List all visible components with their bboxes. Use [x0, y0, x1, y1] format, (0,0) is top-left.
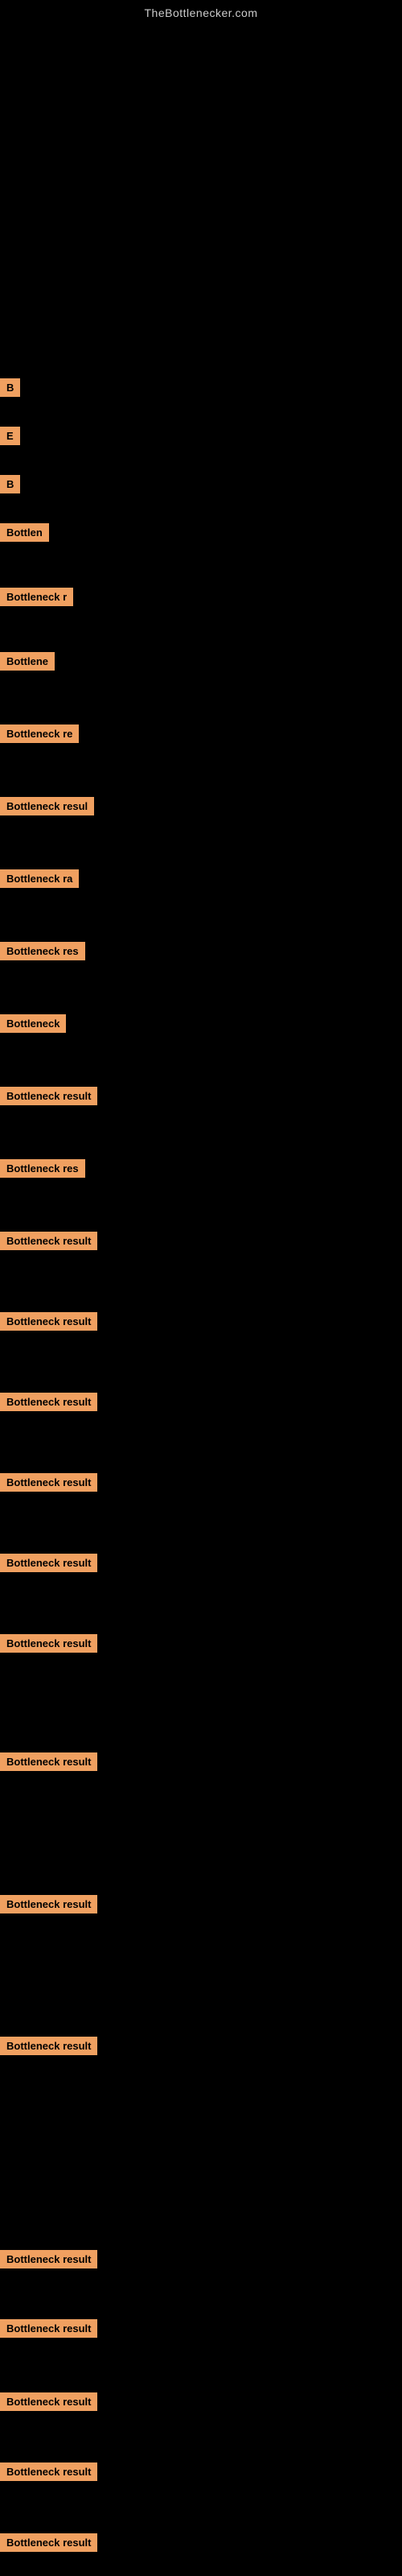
bottleneck-label-20: Bottleneck result — [0, 1752, 97, 1771]
bottleneck-label-7: Bottleneck re — [0, 724, 79, 743]
bottleneck-label-15: Bottleneck result — [0, 1312, 97, 1331]
bottleneck-label-16: Bottleneck result — [0, 1393, 97, 1411]
bottleneck-label-27: Bottleneck result — [0, 2533, 97, 2552]
bottleneck-label-18: Bottleneck result — [0, 1554, 97, 1572]
bottleneck-label-21: Bottleneck result — [0, 1895, 97, 1913]
bottleneck-label-1: B — [0, 378, 20, 397]
site-title: TheBottlenecker.com — [0, 0, 402, 26]
bottleneck-label-13: Bottleneck res — [0, 1159, 85, 1178]
bottleneck-label-4: Bottlen — [0, 523, 49, 542]
bottleneck-label-8: Bottleneck resul — [0, 797, 94, 815]
bottleneck-label-24: Bottleneck result — [0, 2319, 97, 2338]
bottleneck-label-11: Bottleneck — [0, 1014, 66, 1033]
bottleneck-label-19: Bottleneck result — [0, 1634, 97, 1653]
bottleneck-label-9: Bottleneck ra — [0, 869, 79, 888]
bottleneck-label-12: Bottleneck result — [0, 1087, 97, 1105]
bottleneck-label-3: B — [0, 475, 20, 493]
bottleneck-label-10: Bottleneck res — [0, 942, 85, 960]
bottleneck-label-2: E — [0, 427, 20, 445]
bottleneck-label-5: Bottleneck r — [0, 588, 73, 606]
bottleneck-label-26: Bottleneck result — [0, 2462, 97, 2481]
bottleneck-label-14: Bottleneck result — [0, 1232, 97, 1250]
bottleneck-label-6: Bottlene — [0, 652, 55, 671]
bottleneck-label-25: Bottleneck result — [0, 2392, 97, 2411]
bottleneck-label-23: Bottleneck result — [0, 2250, 97, 2268]
bottleneck-label-17: Bottleneck result — [0, 1473, 97, 1492]
bottleneck-label-22: Bottleneck result — [0, 2037, 97, 2055]
